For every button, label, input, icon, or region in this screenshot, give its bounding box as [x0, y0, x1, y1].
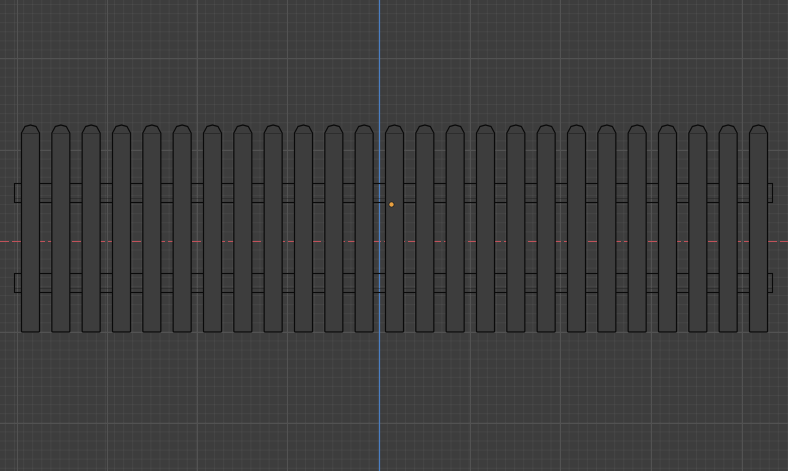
fence-picket-7 — [202, 124, 223, 333]
fence-picket-3 — [81, 124, 101, 333]
fence-picket-12 — [354, 124, 374, 333]
fence-picket-13 — [384, 124, 405, 333]
fence-picket-17 — [506, 124, 526, 333]
3d-viewport[interactable] — [0, 0, 788, 471]
fence-pickets — [20, 124, 769, 333]
fence-picket-4 — [111, 124, 132, 333]
fence-picket-15 — [445, 124, 465, 333]
fence-picket-18 — [536, 124, 556, 333]
fence-picket-23 — [688, 124, 708, 333]
fence-picket-16 — [475, 124, 496, 333]
fence-picket-5 — [142, 124, 162, 333]
viewport-canvas[interactable] — [0, 0, 788, 471]
fence-picket-22 — [657, 124, 678, 333]
fence-picket-8 — [233, 124, 253, 333]
fence-picket-9 — [263, 124, 283, 333]
picket-fence-object[interactable] — [13, 124, 774, 333]
fence-picket-21 — [627, 124, 647, 333]
fence-picket-19 — [566, 124, 587, 333]
fence-picket-14 — [415, 124, 435, 333]
fence-picket-1 — [20, 124, 41, 333]
fence-picket-20 — [597, 124, 617, 333]
origin-dot-icon[interactable] — [388, 201, 395, 208]
fence-picket-10 — [293, 124, 314, 333]
fence-picket-6 — [172, 124, 192, 333]
fence-picket-2 — [51, 124, 71, 333]
fence-picket-11 — [324, 124, 344, 333]
fence-picket-24 — [718, 124, 738, 333]
fence-picket-25 — [748, 124, 769, 333]
